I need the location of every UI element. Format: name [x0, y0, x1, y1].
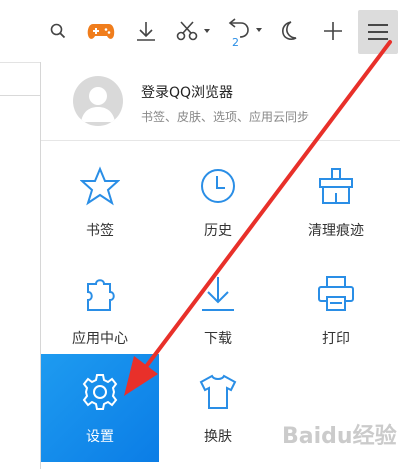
- menu-item-print[interactable]: 打印: [277, 256, 395, 364]
- undo-icon[interactable]: [222, 0, 266, 62]
- clock-icon: [201, 169, 235, 203]
- menu-button[interactable]: [358, 10, 398, 54]
- menu-item-app-center[interactable]: 应用中心: [41, 256, 159, 364]
- star-icon: [80, 166, 120, 206]
- menu-item-label: 设置: [86, 429, 114, 445]
- divider: [0, 95, 40, 96]
- puzzle-icon: [87, 279, 115, 311]
- menu-item-clear-traces[interactable]: 清理痕迹: [277, 148, 395, 256]
- menu-item-label: 下载: [204, 331, 232, 347]
- scissors-icon[interactable]: [172, 0, 214, 62]
- menu-item-label: 应用中心: [72, 331, 128, 347]
- browser-menu-panel: 登录QQ浏览器 书签、皮肤、选项、应用云同步 书签 历史 清理痕迹 应用中心 下…: [40, 62, 400, 469]
- menu-icon: [368, 24, 388, 40]
- menu-item-bookmarks[interactable]: 书签: [41, 148, 159, 256]
- menu-item-label: 历史: [204, 223, 232, 239]
- avatar[interactable]: [73, 76, 123, 126]
- menu-item-skin[interactable]: 换肤: [159, 354, 277, 462]
- search-icon[interactable]: [46, 0, 70, 62]
- printer-icon: [318, 276, 354, 311]
- download-icon: [202, 277, 234, 311]
- gamepad-icon[interactable]: [84, 0, 118, 62]
- night-mode-icon[interactable]: [276, 0, 302, 62]
- menu-item-label: 书签: [86, 223, 114, 239]
- menu-item-label: 换肤: [204, 429, 232, 445]
- login-title[interactable]: 登录QQ浏览器: [141, 82, 233, 102]
- download-icon[interactable]: [132, 0, 160, 62]
- menu-item-label: 清理痕迹: [308, 223, 364, 239]
- account-login-section[interactable]: 登录QQ浏览器 书签、皮肤、选项、应用云同步: [41, 62, 400, 141]
- plus-icon[interactable]: [320, 0, 346, 62]
- menu-item-label: 打印: [322, 331, 350, 347]
- page-background: [0, 0, 40, 469]
- menu-item-history[interactable]: 历史: [159, 148, 277, 256]
- tshirt-icon: [199, 374, 237, 409]
- watermark: Baidu经验: [282, 424, 397, 449]
- menu-item-settings[interactable]: 设置: [41, 354, 159, 462]
- undo-badge: 2: [232, 36, 239, 49]
- browser-toolbar: 2: [0, 0, 400, 63]
- gear-icon: [82, 374, 118, 410]
- menu-item-downloads[interactable]: 下载: [159, 256, 277, 364]
- login-subtitle: 书签、皮肤、选项、应用云同步: [141, 110, 310, 124]
- clean-icon: [319, 168, 353, 204]
